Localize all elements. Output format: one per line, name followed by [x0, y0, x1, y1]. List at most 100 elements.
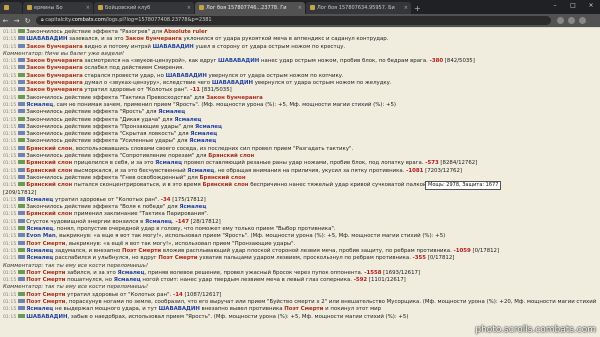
log-line: 01:15 Ясмалец утратил здоровье от "Колоты… — [3, 196, 597, 204]
favicon-icon — [4, 5, 9, 10]
maximize-button[interactable]: □ — [564, 0, 582, 12]
alignment-badge-icon — [18, 131, 26, 136]
extension-icon[interactable] — [568, 17, 575, 24]
log-text: Закончилось действие эффекта "Скрытая ло… — [26, 131, 218, 138]
log-text: ШАВАВАДИН зазевался, и за это Закон бунч… — [26, 36, 389, 43]
url-host: combats.com — [71, 17, 106, 23]
back-icon[interactable]: ← — [0, 17, 11, 25]
alignment-badge-icon — [18, 174, 26, 179]
url-subdomain: capitalcity. — [45, 17, 72, 23]
browser-tab[interactable]: Лог боя 157807634.95957. Би × — [306, 2, 411, 14]
browser-tab[interactable] — [0, 2, 22, 14]
log-timestamp: 01:15 — [3, 37, 17, 43]
log-line: 01:15 Ясмалец не выдержал мощного удара, … — [3, 306, 597, 313]
log-line: 01:15 Закон бунчеранга утратил здоровье о… — [3, 87, 597, 94]
favicon-icon — [199, 5, 204, 10]
log-line: 01:15 Поэт Смерти пошатнулся, но Ясмалец … — [3, 277, 597, 284]
forward-icon[interactable]: → — [11, 17, 22, 25]
url-field[interactable]: 🔒︎ capitalcity.combats.com/logs.pl?log=1… — [36, 16, 551, 25]
log-text: Закон бунчеранга ослабел под действием С… — [26, 65, 184, 72]
close-tab-icon[interactable]: × — [298, 5, 302, 11]
log-timestamp: 01:15 — [3, 278, 17, 284]
favicon-icon — [27, 5, 32, 10]
log-text: Поэт Смерти забился, и за это Ясмалец, п… — [26, 269, 421, 276]
log-timestamp: 01:15 — [3, 241, 17, 247]
log-line: 01:15 Закончилось действие эффекта "Дикая… — [3, 116, 597, 124]
alignment-badge-icon — [18, 196, 26, 201]
alignment-badge-icon — [18, 36, 26, 41]
log-text: Поэт Смерти пошатнулся, но Ясмалец ногой… — [26, 277, 406, 284]
log-line: 01:15 Закончилось действие эффекта "Пронз… — [3, 123, 597, 131]
close-tab-icon[interactable]: × — [404, 5, 408, 11]
log-text: Брянский слон пытался сконцентрироваться… — [26, 182, 494, 189]
log-text: Ясмалец, понял, пропустив очередной удар… — [26, 226, 336, 233]
log-timestamp: 01:15 — [3, 168, 17, 174]
log-text: Закон бунчеранга утратил здоровье от "Ко… — [26, 87, 232, 94]
log-timestamp: 01:15 — [3, 299, 17, 305]
log-text: ШАВАВАДИН, забыв о наедобрах, использова… — [26, 313, 409, 320]
log-timestamp: 01:15 — [3, 234, 17, 240]
log-line: 01:15 Поэт Смерти, порасхунув ногами по з… — [3, 298, 597, 306]
alignment-badge-icon — [18, 94, 26, 99]
log-line: 01:15 Evon Man, выкрикнув: «а еще я вот т… — [3, 233, 597, 240]
log-text: Закон бунчеранга думал о «звуках-цензуру… — [26, 80, 392, 87]
log-text: Ясмалец задумался, и внезапно Поэт Смерт… — [26, 247, 500, 254]
close-window-button[interactable]: × — [582, 0, 600, 12]
alignment-badge-icon — [18, 58, 26, 63]
log-timestamp: 01:15 — [3, 154, 17, 160]
url-path: /logs.pl?log=1578077408.23778&p=2381 — [105, 17, 212, 23]
log-text: Закон бунчеранга видно и потому интрэй Ш… — [26, 43, 346, 50]
reload-icon[interactable]: ↻ — [22, 17, 33, 25]
log-timestamp: 01:15 — [3, 73, 17, 79]
log-line: 01:15 Брянский слон применил заклинание "… — [3, 211, 597, 218]
log-text: Поэт Смерти, порасхунув ногами по земле,… — [26, 298, 597, 305]
log-timestamp: 01:15 — [3, 175, 17, 181]
alignment-badge-icon — [18, 80, 26, 85]
close-tab-icon[interactable]: × — [187, 5, 191, 11]
log-line: 01:15 Закон бунчеранга видно и потому инт… — [3, 43, 597, 51]
log-timestamp: 01:15 — [3, 219, 17, 225]
alignment-badge-icon — [18, 138, 26, 143]
log-text: Закончилось действие эффекта "Пронзающие… — [26, 123, 222, 130]
log-timestamp: 01:15 — [3, 59, 17, 65]
tab-label: ермины Бо — [34, 5, 63, 11]
browser-tab-active[interactable]: Лог боя 157807746...23778. Ги × — [195, 2, 305, 14]
log-timestamp: 01:15 — [3, 292, 17, 298]
alignment-badge-icon — [18, 153, 26, 158]
address-bar-row: ← → ↻ 🔒︎ capitalcity.combats.com/logs.pl… — [0, 14, 600, 27]
log-line: 01:15 Закончилось действие эффекта "Такти… — [3, 94, 597, 102]
watermark: photo.scrolls.combats.com — [475, 325, 596, 335]
alignment-badge-icon — [18, 277, 26, 282]
browser-tab[interactable]: ермины Бо × — [23, 2, 93, 14]
log-text: Evon Man, выкрикнув: «а еще я вот так мо… — [26, 233, 446, 240]
log-text: Сгусток чудовищной энергии вонзился в Яс… — [26, 218, 221, 225]
alignment-badge-icon — [18, 298, 26, 303]
browser-tab[interactable]: Бойцовский клуб × — [94, 2, 194, 14]
log-line: 01:15 Закончилось действие эффекта "Гнев … — [3, 174, 597, 182]
close-tab-icon[interactable]: × — [86, 5, 90, 11]
alignment-badge-icon — [18, 123, 26, 128]
star-icon[interactable] — [557, 17, 564, 24]
log-timestamp: 01:15 — [3, 30, 17, 35]
log-text: Закончилось действие эффекта "Тактика Пр… — [26, 94, 263, 101]
log-timestamp: 01:15 — [3, 227, 17, 233]
favicon-icon — [310, 5, 315, 10]
profile-icon[interactable] — [579, 17, 586, 24]
alignment-badge-icon — [18, 116, 26, 121]
log-line: 01:15 Поэт Смерти забился, и за это Ясмал… — [3, 269, 597, 277]
log-line: 01:15 Сгусток чудовищной энергии вонзился… — [3, 218, 597, 226]
new-tab-button[interactable]: + — [412, 4, 425, 14]
tab-label: Лог боя 157807634.95957. Би — [317, 5, 395, 11]
log-text: Ясмалец не выдержал мощного удара, и тут… — [26, 306, 382, 313]
log-text: Закончилось действие эффекта "Дикая удач… — [26, 116, 202, 123]
minimize-button[interactable]: – — [546, 0, 564, 12]
stats-tooltip: Мощь: 2978, Защита: 1677 — [425, 181, 502, 190]
alignment-badge-icon — [18, 269, 26, 274]
log-timestamp: 01:15 — [3, 44, 17, 50]
alignment-badge-icon — [18, 218, 26, 223]
log-timestamp: 01:15 — [3, 197, 17, 203]
log-text: Закон бунчеранга засмотрелся на «звуков-… — [26, 58, 475, 65]
log-line: 01:15 Поэт Смерти, выкрикнув: «а ещё я во… — [3, 240, 597, 248]
log-text: Брянский слон, воспользовавшись словами … — [26, 145, 354, 152]
log-text: Ясмалец, сам не понимая зачем, применил … — [26, 101, 396, 108]
